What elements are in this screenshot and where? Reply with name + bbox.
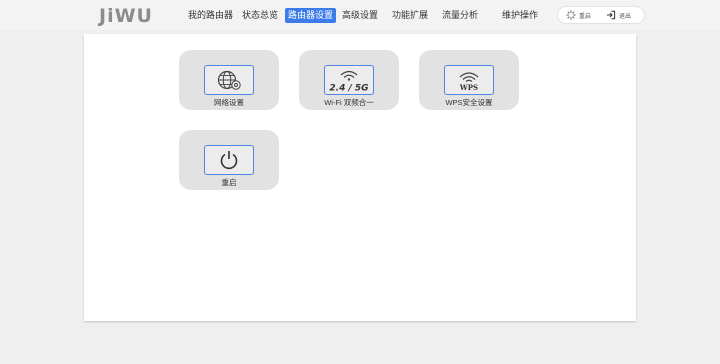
loading-spinner-icon [566, 10, 576, 20]
wifi-dual-band-icon: 2.4 / 5G [324, 65, 374, 95]
tile-wps-settings-label: WPS安全设置 [445, 98, 493, 107]
globe-settings-icon [204, 65, 254, 95]
power-icon [204, 145, 254, 175]
nav-status-overview[interactable]: 状态总览 [239, 8, 281, 23]
tile-reboot-label: 重启 [221, 178, 237, 187]
logout-icon [607, 10, 616, 20]
wps-icon: WPS [444, 65, 494, 95]
settings-panel: 网络设置 2.4 / 5G Wi-Fi 双频合一 WPS WPS安全设置 重启 [84, 34, 636, 321]
nav-advanced-settings[interactable]: 高级设置 [339, 8, 381, 23]
reboot-label: 重启 [579, 13, 592, 20]
tile-wifi-dual-band[interactable]: 2.4 / 5G Wi-Fi 双频合一 [299, 50, 399, 110]
logout-button[interactable]: 退出 [606, 9, 631, 21]
tile-wps-settings[interactable]: WPS WPS安全设置 [419, 50, 519, 110]
quick-actions: 重启 退出 [557, 6, 645, 24]
nav-router-settings[interactable]: 路由器设置 [285, 8, 337, 23]
nav-my-router[interactable]: 我的路由器 [185, 8, 236, 23]
brand-logo[interactable]: JiWU [99, 5, 153, 27]
top-bar: JiWU 我的路由器 状态总览 路由器设置 高级设置 功能扩展 流量分析 维护操… [0, 0, 720, 30]
nav-traffic-analysis[interactable]: 流量分析 [439, 8, 481, 23]
tile-reboot[interactable]: 重启 [179, 130, 279, 190]
nav-extensions[interactable]: 功能扩展 [389, 8, 431, 23]
tile-network-settings-label: 网络设置 [214, 98, 244, 107]
tile-network-settings[interactable]: 网络设置 [179, 50, 279, 110]
logout-label: 退出 [619, 13, 632, 20]
wifi-band-badge: 2.4 / 5G [329, 84, 368, 94]
tile-wifi-dual-band-label: Wi-Fi 双频合一 [324, 98, 374, 107]
wps-badge: WPS [459, 83, 478, 92]
nav-maintenance[interactable]: 维护操作 [499, 8, 541, 23]
reboot-button[interactable]: 重启 [566, 9, 591, 21]
